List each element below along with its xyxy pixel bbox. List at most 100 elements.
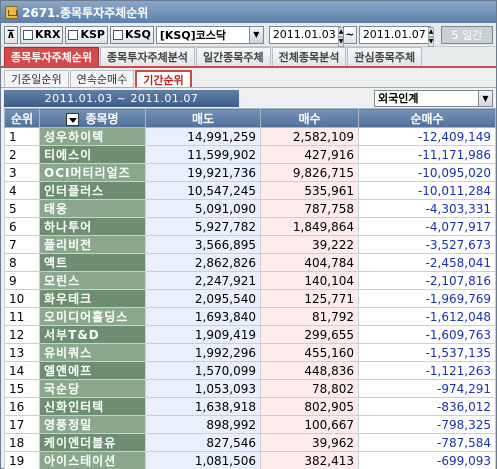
table-row[interactable]: 12 서부T&D 1,909,419 299,655 -1,609,763 — [4, 325, 496, 344]
rank-cell: 8 — [4, 253, 40, 272]
stock-name-cell: 엘앤에프 — [39, 361, 146, 380]
sell-cell: 1,638,918 — [145, 397, 261, 416]
table-row[interactable]: 13 유비쿼스 1,992,296 455,160 -1,537,135 — [4, 343, 496, 362]
net-buy-cell: -11,171,986 — [358, 145, 496, 164]
market-krx-toggle[interactable]: KRX — [20, 25, 64, 44]
table-row[interactable]: 9 모린스 2,247,921 140,104 -2,107,816 — [4, 271, 496, 290]
date-from-field[interactable]: 2011.01.03 ▲ ▼ — [268, 25, 345, 47]
header-name[interactable]: 종목명 — [39, 108, 146, 128]
table-row[interactable]: 8 액트 2,862,826 404,784 -2,458,041 — [4, 253, 496, 272]
buy-cell: 39,962 — [260, 433, 359, 452]
subtab-base-date-rank[interactable]: 기준일순위 — [4, 70, 69, 87]
table-row[interactable]: 2 티에스이 11,599,902 427,916 -11,171,986 — [4, 145, 496, 164]
market-ksq-toggle[interactable]: KSQ — [110, 25, 154, 44]
table-row[interactable]: 19 아이스테이션 1,081,506 382,413 -699,093 — [4, 451, 496, 469]
sell-cell: 1,909,419 — [145, 325, 261, 344]
subtab-period-rank[interactable]: 기간순위 — [135, 70, 192, 87]
subtab-consecutive-net-buy[interactable]: 연속순매수 — [69, 70, 135, 87]
sell-cell: 2,247,921 — [145, 271, 261, 290]
table-row[interactable]: 4 인터플러스 10,547,245 535,961 -10,011,284 — [4, 181, 496, 200]
buy-cell: 9,826,715 — [260, 163, 359, 182]
rank-cell: 3 — [4, 163, 40, 182]
net-buy-cell: -2,107,816 — [358, 271, 496, 290]
buy-cell: 100,667 — [260, 415, 359, 434]
stock-name-cell: 태웅 — [39, 199, 146, 218]
window-icon — [5, 5, 18, 19]
tab-daily-stock-investor[interactable]: 일간종목주체 — [195, 47, 271, 66]
sort-dropdown-icon[interactable] — [66, 112, 80, 126]
market-ksp-toggle[interactable]: KSP — [65, 25, 108, 44]
table-row[interactable]: 3 OCI머티리얼즈 19,921,736 9,826,715 -10,095,020 — [4, 163, 496, 182]
market-select[interactable]: [KSQ]코스닥 ▼ — [155, 25, 264, 44]
tab-watchlist-investor[interactable]: 관심종목주체 — [347, 47, 423, 66]
table-row[interactable]: 6 하나투어 5,927,782 1,849,864 -4,077,917 — [4, 217, 496, 236]
sub-tabs: 기준일순위 연속순매수 기간순위 — [1, 68, 496, 88]
table-row[interactable]: 15 국순당 1,053,093 78,802 -974,291 — [4, 379, 496, 398]
header-net[interactable]: 순매수 — [358, 108, 496, 128]
buy-cell: 448,836 — [260, 361, 359, 380]
stock-name-cell: 인터플러스 — [39, 181, 146, 200]
chevron-down-icon[interactable]: ▼ — [248, 26, 263, 43]
rank-cell: 10 — [4, 289, 40, 308]
net-buy-cell: -4,077,917 — [358, 217, 496, 236]
tab-all-stock-analysis[interactable]: 전체종목분석 — [271, 47, 347, 66]
header-sell[interactable]: 매도 — [145, 108, 261, 128]
table-row[interactable]: 17 영풍정밀 898,992 100,667 -798,325 — [4, 415, 496, 434]
table-row[interactable]: 5 태웅 5,091,090 787,758 -4,303,331 — [4, 199, 496, 218]
stock-name-cell: 영풍정밀 — [39, 415, 146, 434]
investor-select-value: 외국인계 — [378, 92, 419, 105]
sell-cell: 898,992 — [145, 415, 261, 434]
table-row[interactable]: 1 성우하이텍 14,991,259 2,582,109 -12,409,149 — [4, 127, 496, 146]
investor-select[interactable]: 외국인계 ▼ — [374, 89, 493, 107]
period-button[interactable]: 5 일간 — [441, 25, 493, 44]
chevron-down-icon[interactable]: ▼ — [478, 90, 492, 106]
table-row[interactable]: 14 엘앤에프 1,570,099 448,836 -1,121,263 — [4, 361, 496, 380]
table-row[interactable]: 10 화우테크 2,095,540 125,771 -1,969,769 — [4, 289, 496, 308]
ksq-checkbox[interactable] — [113, 29, 123, 40]
net-buy-cell: -2,458,041 — [358, 253, 496, 272]
stock-name-cell: 하나투어 — [39, 217, 146, 236]
stock-name-cell: 케이엔더블유 — [39, 433, 146, 452]
date-separator: ~ — [342, 25, 357, 44]
date-to-field[interactable]: 2011.01.07 ▲ ▼ — [358, 25, 435, 47]
spin-down-icon[interactable]: ▼ — [427, 36, 435, 47]
net-buy-cell: -798,325 — [358, 415, 496, 434]
rank-cell: 12 — [4, 325, 40, 344]
spin-up-icon[interactable]: ▲ — [427, 26, 435, 37]
ksq-label: KSQ — [125, 28, 151, 41]
rank-cell: 2 — [4, 145, 40, 164]
krx-checkbox[interactable] — [23, 29, 33, 40]
table-row[interactable]: 16 신화인터텍 1,638,918 802,905 -836,012 — [4, 397, 496, 416]
sell-cell: 2,095,540 — [145, 289, 261, 308]
tab-stock-investor-analysis[interactable]: 종목투자주체분석 — [99, 47, 195, 66]
net-buy-cell: -10,095,020 — [358, 163, 496, 182]
net-buy-cell: -3,527,673 — [358, 235, 496, 254]
tab-stock-investor-rank[interactable]: 종목투자주체순위 — [4, 47, 99, 66]
rank-cell: 11 — [4, 307, 40, 326]
header-buy[interactable]: 매수 — [260, 108, 359, 128]
header-rank[interactable]: 순위 — [4, 108, 40, 128]
net-buy-cell: -1,121,263 — [358, 361, 496, 380]
date-to-spinner[interactable]: ▲ ▼ — [427, 26, 435, 47]
table-row[interactable]: 18 케이엔더블유 827,546 39,962 -787,584 — [4, 433, 496, 452]
buy-cell: 382,413 — [260, 451, 359, 469]
stock-name-cell: 서부T&D — [39, 325, 146, 344]
table-row[interactable]: 7 플리비전 3,566,895 39,222 -3,527,673 — [4, 235, 496, 254]
ksp-checkbox[interactable] — [68, 29, 79, 40]
sell-cell: 1,053,093 — [145, 379, 261, 398]
main-tabs: 종목투자주체순위 종목투자주체분석 일간종목주체 전체종목분석 관심종목주체 — [1, 47, 496, 68]
net-buy-cell: -1,612,048 — [358, 307, 496, 326]
date-from-value: 2011.01.03 — [272, 28, 336, 41]
sell-cell: 5,927,782 — [145, 217, 261, 236]
stock-name-cell: 오미디어홀딩스 — [39, 307, 146, 326]
net-buy-cell: -10,011,284 — [358, 181, 496, 200]
rank-cell: 14 — [4, 361, 40, 380]
net-buy-cell: -787,584 — [358, 433, 496, 452]
table-row[interactable]: 11 오미디어홀딩스 1,693,840 81,792 -1,612,048 — [4, 307, 496, 326]
sell-cell: 1,081,506 — [145, 451, 261, 469]
ksp-label: KSP — [80, 28, 105, 41]
stock-name-cell: 신화인터텍 — [39, 397, 146, 416]
link-icon[interactable]: ⊼ — [4, 25, 18, 44]
title-bar: 2671.종목투자주체순위 — [1, 1, 496, 23]
rank-cell: 5 — [4, 199, 40, 218]
